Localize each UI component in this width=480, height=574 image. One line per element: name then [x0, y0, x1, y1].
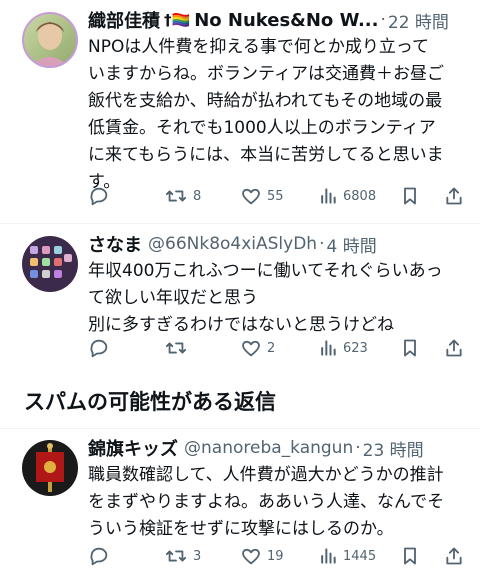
share-icon: [446, 339, 462, 357]
view-count: 623: [343, 340, 368, 356]
like-icon: [242, 548, 260, 565]
like-count: 2: [267, 340, 276, 356]
timestamp[interactable]: 23 時間: [363, 436, 424, 461]
name-badge: †🏳️‍🌈: [164, 11, 191, 29]
view-count: 1445: [343, 548, 377, 564]
tweet-actions: 3 19 1445: [88, 542, 468, 570]
author-name[interactable]: 錦旗キッズ: [88, 435, 178, 461]
views-icon: [321, 188, 336, 204]
views-icon: [321, 548, 336, 564]
retweet-icon: [165, 342, 187, 354]
retweet-count: 3: [193, 548, 202, 564]
like-count: 55: [267, 188, 284, 204]
tweet-text: NPOは人件費を抑える事で何とか成り立って いますからね。ボランティアは交通費＋…: [88, 37, 444, 192]
author-name[interactable]: さなま: [88, 231, 142, 257]
retweet-button[interactable]: 8: [164, 182, 201, 210]
like-button[interactable]: 2: [240, 334, 275, 362]
reply-button[interactable]: [88, 334, 115, 362]
tweet[interactable]: 錦旗キッズ @nanoreba_kangun · 23 時間 職員数確認して、人…: [0, 432, 480, 574]
tweet-actions: 2 623: [88, 334, 468, 362]
retweet-icon: [165, 550, 187, 562]
avatar[interactable]: [22, 440, 78, 496]
bookmark-icon: [404, 547, 416, 565]
like-button[interactable]: 55: [240, 182, 284, 210]
timestamp[interactable]: 22 時間: [388, 8, 449, 33]
author-name-rest[interactable]: No Nukes&No W...: [194, 10, 378, 31]
separator-dot: ·: [380, 10, 386, 30]
views-button[interactable]: 6808: [318, 182, 376, 210]
reply-icon: [90, 547, 108, 566]
author-handle[interactable]: @66Nk8o4xiASlyDh: [148, 234, 317, 254]
tweet-text: 職員数確認して、人件費が過大かどうかの推計 をまずやりますよね。ああいう人達、な…: [88, 465, 445, 539]
tweet[interactable]: 織部佳積 †🏳️‍🌈 No Nukes&No W... · 22 時間 NPOは…: [0, 0, 480, 222]
separator-dot: ·: [319, 234, 325, 254]
like-icon: [242, 188, 260, 205]
views-button[interactable]: 1445: [318, 542, 376, 570]
reply-icon: [90, 187, 108, 206]
tweet-actions: 8 55 6808: [88, 182, 468, 210]
separator-dot: ·: [355, 438, 361, 458]
reply-button[interactable]: [88, 182, 115, 210]
bookmark-icon: [404, 187, 416, 205]
bookmark-icon: [404, 339, 416, 357]
views-icon: [321, 340, 336, 356]
like-count: 19: [267, 548, 284, 564]
retweet-button[interactable]: 3: [164, 542, 201, 570]
retweet-button[interactable]: [164, 334, 193, 362]
author-name[interactable]: 織部佳積: [88, 7, 160, 33]
share-button[interactable]: [444, 542, 464, 570]
bookmark-button[interactable]: [400, 334, 420, 362]
retweet-count: 8: [193, 188, 202, 204]
author-handle[interactable]: @nanoreba_kangun: [184, 438, 353, 458]
avatar[interactable]: [22, 12, 78, 68]
views-button[interactable]: 623: [318, 334, 368, 362]
retweet-icon: [165, 190, 187, 202]
divider: [0, 428, 480, 429]
reply-icon: [90, 339, 108, 358]
bookmark-button[interactable]: [400, 182, 420, 210]
share-button[interactable]: [444, 334, 464, 362]
share-button[interactable]: [444, 182, 464, 210]
bookmark-button[interactable]: [400, 542, 420, 570]
share-icon: [446, 547, 462, 565]
timestamp[interactable]: 4 時間: [327, 232, 377, 257]
spam-section-title: スパムの可能性がある返信: [24, 390, 276, 414]
like-icon: [242, 340, 260, 357]
tweet[interactable]: さなま @66Nk8o4xiASlyDh · 4 時間 年収400万これふつーに…: [0, 224, 480, 364]
share-icon: [446, 187, 462, 205]
like-button[interactable]: 19: [240, 542, 284, 570]
avatar[interactable]: [22, 236, 78, 292]
reply-button[interactable]: [88, 542, 115, 570]
tweet-text: 年収400万これふつーに働いてそれぐらいあっ て欲しい年収だと思う 別に多すぎる…: [88, 261, 443, 335]
view-count: 6808: [343, 188, 377, 204]
